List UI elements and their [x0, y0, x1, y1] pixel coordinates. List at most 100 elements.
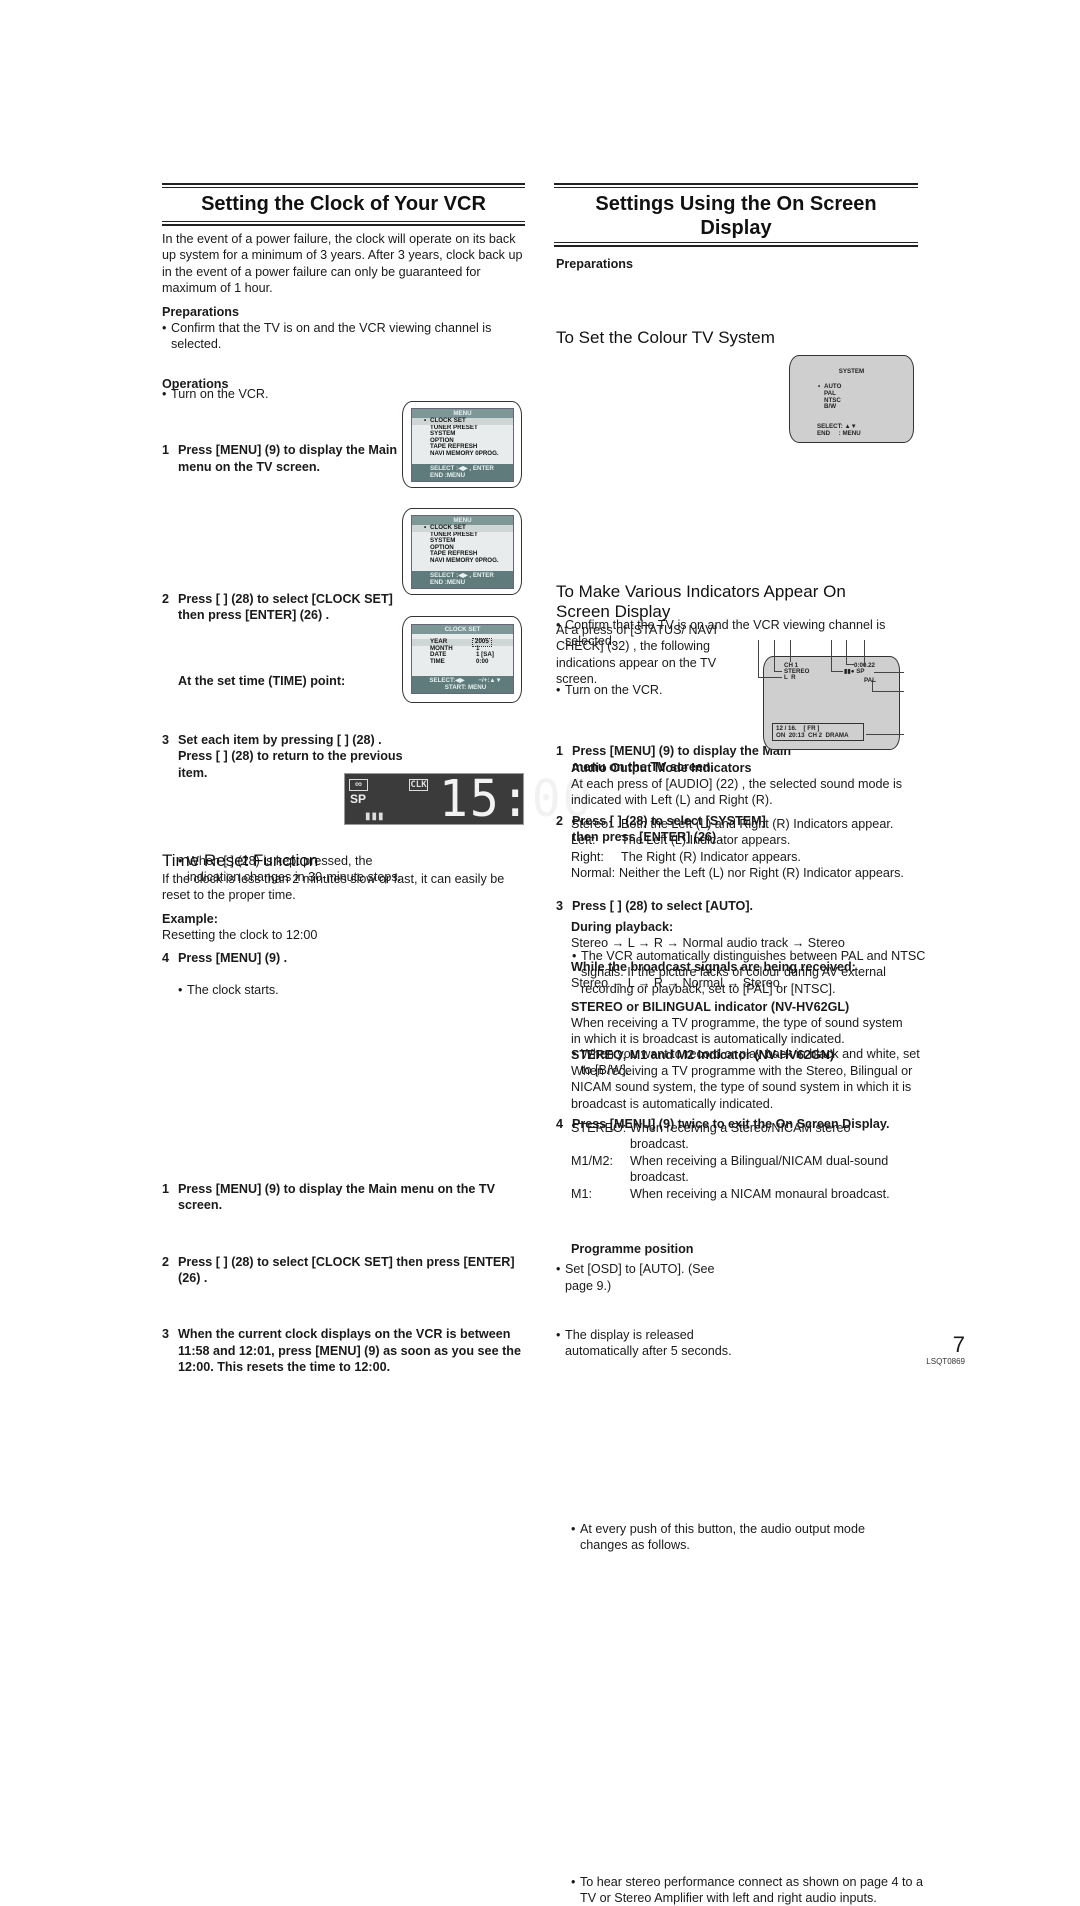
step-number: 4	[162, 950, 170, 965]
step-text: Press [MENU] (9) to display the Main men…	[178, 443, 398, 474]
step-text: Press [MENU] (9) .	[178, 950, 288, 965]
audio-output-heading: Audio Output Mode Indicators	[571, 761, 752, 775]
menu-item: NAVI MEMORY 0PROG.	[430, 449, 499, 457]
page-title-osd: Settings Using the On Screen Display	[595, 193, 877, 239]
clock-row-time: TIME 0:00	[430, 657, 489, 665]
stereo-performance-bullet: To hear stereo performance connect as sh…	[571, 1874, 930, 1906]
menu-item: SYSTEM	[430, 537, 456, 545]
sound-type-row: M1/M2: When receiving a Bilingual/NICAM d…	[571, 1153, 889, 1185]
step-number: 1	[556, 743, 564, 758]
selected-marker-icon: •	[424, 417, 427, 424]
vcr-front-display: ∞ SP ▮▮▮ CLK 15:00	[344, 773, 592, 825]
step-text: Press [ ] (28) to select [AUTO].	[572, 899, 754, 914]
system-options: • AUTO PAL NTSC B/W	[818, 383, 841, 411]
callout-line	[846, 640, 847, 664]
set-time-heading: At the set time (TIME) point:	[178, 674, 346, 688]
colour-step-3: 3 Press [ ] (28) to select [AUTO].	[556, 898, 794, 914]
audio-mode-row: Right: The Right (R) Indicator appears.	[571, 849, 801, 864]
clock-set-panel: CLOCK SET YEAR 2005 MONTH 1 DATE 1 [SA] TIM…	[411, 624, 514, 694]
osd-bullet: The display is released automatically af…	[556, 1327, 735, 1360]
sound-types: STEREO: When receiving a Stereo/NICAM ste…	[571, 1120, 921, 1202]
reset-step-1: 1 Press [MENU] (9) to display the Main m…	[162, 1181, 540, 1214]
stereo-gl-heading: STEREO or BILINGUAL indicator (NV-HV62GL…	[571, 1000, 850, 1014]
system-option: B/W	[824, 403, 837, 411]
menu-footer: SELECT :◀▶ , ENTER END :MENU	[412, 464, 513, 481]
tape-speed-indicator: SP	[350, 792, 367, 806]
clock-intro: In the event of a power failure, the clo…	[162, 232, 523, 296]
step-number: 2	[162, 592, 170, 607]
system-title: SYSTEM	[838, 368, 865, 375]
tv-system-screen: SYSTEM • AUTO PAL NTSC B/W SELECT: ▲▼ END…	[789, 355, 914, 443]
callout-line	[758, 640, 759, 678]
audio-mode-row: Normal: Neither the Left (L) nor Right (R…	[571, 866, 904, 881]
page-number: 7	[952, 1332, 965, 1357]
time-reset-intro: If the clock is less than 2 minutes slow…	[162, 872, 505, 903]
stereo-gn-text: When receiving a TV programme with the S…	[571, 1064, 913, 1111]
preparations-heading: Preparations	[162, 305, 239, 319]
menu-item-selected: • CLOCK SET	[412, 524, 513, 532]
colour-system-heading: To Set the Colour TV System	[556, 328, 775, 347]
cassette-icon: ∞	[349, 779, 368, 791]
example-text: Resetting the clock to 12:00	[162, 928, 318, 942]
tv-clock-set-screen: CLOCK SET YEAR 2005 MONTH 1 DATE 1 [SA] TIM…	[402, 616, 522, 703]
playback-heading: During playback:	[571, 920, 674, 934]
clock-row-month: MONTH 1	[430, 644, 480, 652]
clock-row-date: DATE 1 [SA]	[430, 651, 494, 659]
menu-item-selected: • CLOCK SET	[412, 417, 513, 425]
selected-marker-icon: •	[818, 383, 821, 390]
operations-heading: Operations	[162, 377, 229, 391]
clock-set-title: CLOCK SET	[412, 625, 513, 634]
menu-panel: MENU • CLOCK SET TUNER PRESET SYSTEM OPTI…	[411, 408, 514, 482]
clock-row-year: YEAR 2005	[412, 638, 513, 647]
example-heading: Example:	[162, 912, 218, 926]
osd-system: PAL	[864, 677, 876, 684]
step-number: 3	[162, 1327, 170, 1342]
callout-line	[831, 640, 832, 672]
step-number: 3	[556, 899, 564, 914]
clock-indicator: CLK	[409, 779, 428, 791]
programme-position-heading: Programme position	[571, 1242, 694, 1256]
menu-footer: SELECT :◀▶ , ENTER END :MENU	[412, 571, 513, 588]
time-reset-heading: Time Reset Function	[162, 851, 319, 870]
level-dots-icon: ▮▮▮	[365, 811, 385, 822]
document-code: LSQT0869	[926, 1357, 965, 1366]
sound-type-row: M1: When receiving a NICAM monaural broad…	[571, 1186, 890, 1201]
preparations-heading: Preparations	[556, 257, 633, 271]
preparations-bullet: Confirm that the TV is on and the VCR vi…	[162, 320, 531, 353]
step-number: 2	[556, 813, 564, 828]
callout-line	[790, 640, 791, 662]
menu-item: TUNER PRESET	[430, 530, 478, 538]
menu-item: SYSTEM	[430, 430, 456, 438]
broadcast-sequence: Stereo → L → R → Normal → Stereo	[571, 976, 780, 990]
tv-menu-screen: MENU • CLOCK SET TUNER PRESET SYSTEM OPTI…	[402, 508, 522, 595]
system-footer: SELECT: ▲▼ END : MENU	[817, 423, 861, 437]
osd-bullet: Set [OSD] to [AUTO]. (See page 9.)	[556, 1261, 735, 1294]
playback-sequence: Stereo → L → R → Normal audio track → St…	[571, 936, 845, 950]
audio-output-intro: At each press of [AUDIO] (22) , the sele…	[571, 777, 903, 808]
callout-line	[831, 671, 843, 672]
callout-line	[758, 677, 782, 678]
audio-mode-row: Stereo: Both the Left (L) and Right (R) I…	[571, 817, 894, 831]
menu-item: NAVI MEMORY 0PROG.	[430, 556, 499, 564]
stereo-gn-heading: STEREO, M1 and M2 Indicator (NV-HV62GN)	[571, 1048, 835, 1062]
reset-step-2: 2 Press [ ] (28) to select [CLOCK SET] t…	[162, 1254, 540, 1287]
audio-mode-row: Left: The Left (L) Indicator appears.	[571, 833, 791, 848]
indicators-intro: At a press of [STATUS/ NAVI CHECK] (32) …	[556, 623, 717, 687]
title-rule-bottom	[162, 221, 525, 226]
step-number: 1	[162, 443, 170, 458]
callout-line	[864, 640, 865, 666]
sound-type-row: STEREO: When receiving a Stereo/NICAM ste…	[571, 1121, 851, 1152]
page-title-clock: Setting the Clock of Your VCR	[201, 193, 486, 215]
step-text: Press [ ] (28) to select [CLOCK SET] the…	[178, 1254, 515, 1285]
step-4: 4 Press [MENU] (9) .	[162, 950, 378, 966]
callout-line	[872, 691, 904, 692]
step-2: 2 Press [ ] (28) to select [CLOCK SET] t…	[162, 591, 418, 624]
step-text: Press [MENU] (9) to display the Main men…	[178, 1181, 495, 1213]
callout-line	[774, 671, 782, 672]
title-rule-top	[554, 183, 918, 188]
title-rule-top	[162, 183, 525, 188]
step-number: 3	[162, 732, 170, 747]
indicators-heading: To Make Various Indicators Appear On Scr…	[556, 582, 846, 621]
step-text: When the current clock displays on the V…	[178, 1327, 521, 1375]
step-number: 2	[162, 1254, 170, 1269]
